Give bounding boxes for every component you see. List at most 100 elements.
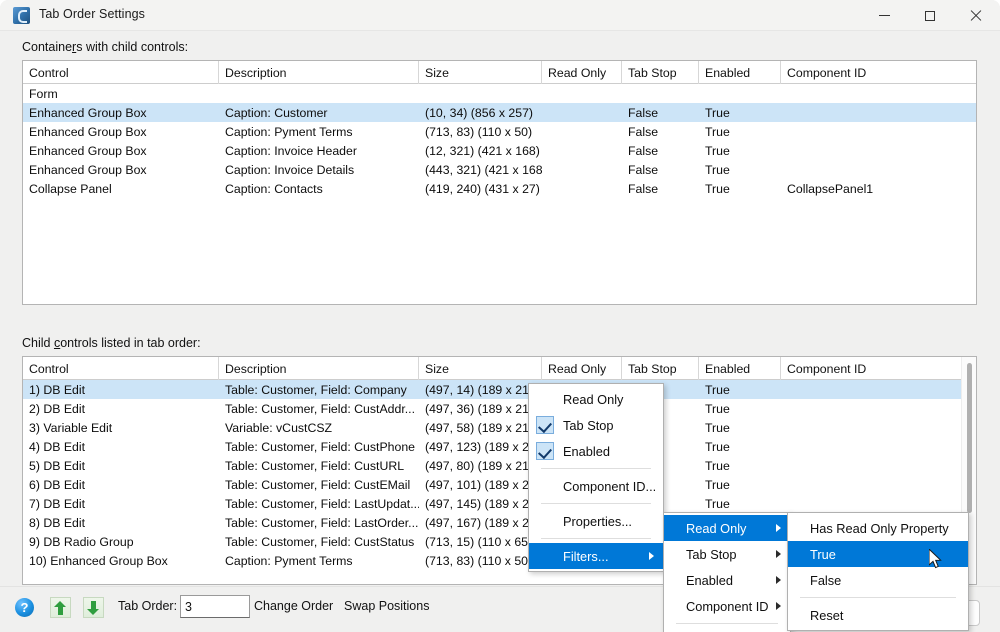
cell-description: Caption: Invoice Details <box>225 162 355 177</box>
column-header-control[interactable]: Control <box>23 61 219 84</box>
menu-item-enabled[interactable]: Enabled <box>529 438 663 464</box>
column-header-size[interactable]: Size <box>419 61 542 84</box>
cell-control: 7) DB Edit <box>29 496 86 511</box>
tab-order-label: Tab Order: <box>118 599 178 613</box>
filters-item-enabled[interactable]: Enabled <box>664 567 790 593</box>
cell-component-id <box>781 141 961 160</box>
column-header-tab-stop[interactable]: Tab Stop <box>622 61 699 84</box>
cell-description <box>219 84 419 103</box>
readonly-item-true[interactable]: True <box>788 541 968 567</box>
cell-enabled: True <box>705 477 730 492</box>
table-row[interactable]: 1) DB Edit Table: Customer, Field: Compan… <box>23 380 976 399</box>
cell-size: (497, 145) (189 x 21) <box>425 496 540 511</box>
menu-item-label: Reset <box>810 607 844 623</box>
table-row[interactable]: 2) DB Edit Table: Customer, Field: CustAd… <box>23 399 976 418</box>
tab-order-settings-window: Tab Order Settings Containers with child… <box>0 0 1000 632</box>
table-row[interactable]: Enhanced Group Box Caption: Invoice Detai… <box>23 160 976 179</box>
checkbox-checked-icon[interactable] <box>536 442 554 460</box>
read-only-filter-submenu[interactable]: Has Read Only Property True False Reset <box>787 512 969 631</box>
readonly-item-reset[interactable]: Reset <box>788 602 968 628</box>
tab-order-input[interactable] <box>180 595 250 618</box>
menu-item-properties[interactable]: Properties... <box>529 508 663 534</box>
menu-item-label: Component ID <box>686 598 769 614</box>
table-row[interactable]: 7) DB Edit Table: Customer, Field: LastUp… <box>23 494 976 513</box>
cell-enabled: True <box>705 105 730 120</box>
cell-size: (497, 167) (189 x 21) <box>425 515 540 530</box>
column-header-tab-stop[interactable]: Tab Stop <box>622 357 699 380</box>
column-header-size[interactable]: Size <box>419 357 542 380</box>
cell-component-id <box>781 418 961 437</box>
menu-item-component-id[interactable]: Component ID... <box>529 473 663 499</box>
table-row[interactable]: Enhanced Group Box Caption: Invoice Heade… <box>23 141 976 160</box>
cell-size: (497, 80) (189 x 21) <box>425 458 534 473</box>
close-button[interactable] <box>953 0 999 31</box>
readonly-item-false[interactable]: False <box>788 567 968 593</box>
minimize-button[interactable] <box>861 0 907 31</box>
table-row[interactable]: Form <box>23 84 976 103</box>
menu-item-separator <box>541 468 651 469</box>
help-icon[interactable]: ? <box>15 598 34 617</box>
cell-size: (713, 15) (110 x 65) <box>425 534 533 549</box>
cell-component-id <box>781 160 961 179</box>
filters-item-tab-stop[interactable]: Tab Stop <box>664 541 790 567</box>
column-header-enabled[interactable]: Enabled <box>699 61 781 84</box>
cell-control: 6) DB Edit <box>29 477 86 492</box>
cell-tab-stop: False <box>628 105 659 120</box>
cell-description: Caption: Customer <box>225 105 328 120</box>
table-row[interactable]: 6) DB Edit Table: Customer, Field: CustEM… <box>23 475 976 494</box>
cell-control: 10) Enhanced Group Box <box>29 553 168 568</box>
table-row[interactable]: 4) DB Edit Table: Customer, Field: CustPh… <box>23 437 976 456</box>
cell-component-id <box>781 122 961 141</box>
readonly-item-has-read-only-property[interactable]: Has Read Only Property <box>788 515 968 541</box>
menu-item-tab-stop[interactable]: Tab Stop <box>529 412 663 438</box>
chevron-right-icon <box>776 550 781 558</box>
filters-submenu[interactable]: Read Only Tab Stop Enabled Component ID Rese… <box>663 512 791 632</box>
table-row[interactable]: 5) DB Edit Table: Customer, Field: CustUR… <box>23 456 976 475</box>
table-row[interactable]: Collapse Panel Caption: Contacts (419, 240… <box>23 179 976 198</box>
close-icon <box>970 10 982 22</box>
context-menu[interactable]: Read Only Tab Stop Enabled Component ID... P… <box>528 383 664 572</box>
cell-description: Table: Customer, Field: CustEMail <box>225 477 411 492</box>
table-row[interactable]: Enhanced Group Box Caption: Customer (10, … <box>23 103 976 122</box>
cell-tab-stop: False <box>628 162 659 177</box>
filters-item-component-id[interactable]: Component ID <box>664 593 790 619</box>
menu-item-label: Enabled <box>563 443 610 459</box>
move-down-button[interactable] <box>83 597 104 618</box>
change-order-button[interactable]: Change Order <box>254 599 333 613</box>
cell-enabled: True <box>705 401 730 416</box>
chevron-right-icon <box>776 524 781 532</box>
move-up-button[interactable] <box>50 597 71 618</box>
menu-item-read-only[interactable]: Read Only <box>529 386 663 412</box>
column-header-component-id[interactable]: Component ID <box>781 61 961 84</box>
cell-description: Table: Customer, Field: CustAddr... <box>225 401 416 416</box>
containers-grid-body[interactable]: Form Enhanced Group Box Caption: Customer (… <box>23 84 976 198</box>
column-header-read-only[interactable]: Read Only <box>542 357 622 380</box>
menu-item-label: Read Only <box>686 520 747 536</box>
cell-read-only <box>542 103 622 122</box>
swap-positions-button[interactable]: Swap Positions <box>344 599 429 613</box>
column-header-description[interactable]: Description <box>219 61 419 84</box>
checkbox-checked-icon[interactable] <box>536 416 554 434</box>
column-header-component-id[interactable]: Component ID <box>781 357 961 380</box>
cell-control: 8) DB Edit <box>29 515 86 530</box>
column-header-control[interactable]: Control <box>23 357 219 380</box>
menu-item-filters[interactable]: Filters... <box>529 543 663 569</box>
cell-control: 3) Variable Edit <box>29 420 113 435</box>
column-header-description[interactable]: Description <box>219 357 419 380</box>
menu-item-label: Enabled <box>686 572 733 588</box>
table-row[interactable]: 3) Variable Edit Variable: vCustCSZ (497, … <box>23 418 976 437</box>
chevron-right-icon <box>776 602 781 610</box>
cell-tab-stop: False <box>628 181 659 196</box>
cell-tab-stop: False <box>628 143 659 158</box>
containers-label-post: s with child controls: <box>76 40 189 54</box>
filters-item-reset[interactable]: Reset <box>664 628 790 632</box>
scrollbar-thumb[interactable] <box>967 363 972 513</box>
column-header-read-only[interactable]: Read Only <box>542 61 622 84</box>
filters-item-read-only[interactable]: Read Only <box>664 515 790 541</box>
column-header-enabled[interactable]: Enabled <box>699 357 781 380</box>
cell-size: (497, 36) (189 x 21) <box>425 401 534 416</box>
table-row[interactable]: Enhanced Group Box Caption: Pyment Terms (… <box>23 122 976 141</box>
menu-item-label: True <box>810 546 836 562</box>
containers-grid[interactable]: Control Description Size Read Only Tab Stop E… <box>22 60 977 305</box>
maximize-button[interactable] <box>907 0 953 31</box>
